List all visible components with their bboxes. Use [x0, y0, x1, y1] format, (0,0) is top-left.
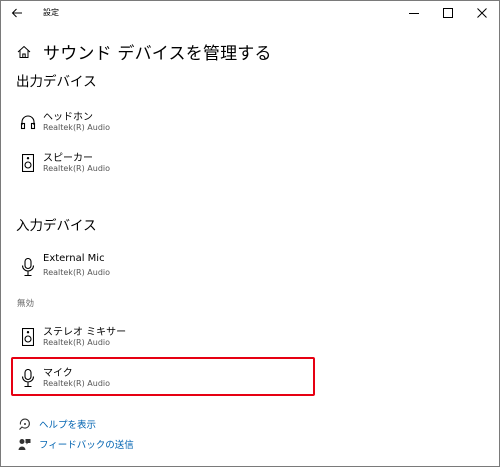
home-button[interactable]	[15, 43, 33, 61]
microphone-icon	[21, 369, 35, 387]
back-button[interactable]	[7, 3, 27, 23]
close-button[interactable]	[465, 1, 499, 25]
device-driver: Realtek(R) Audio	[43, 338, 111, 347]
home-icon	[17, 45, 31, 58]
speaker-icon	[22, 328, 34, 346]
maximize-button[interactable]	[431, 1, 465, 25]
close-icon	[477, 8, 487, 18]
disabled-devices-label: 無効	[17, 299, 35, 309]
device-driver: Realtek(R) Audio	[43, 164, 111, 173]
window-title: 設定	[43, 8, 59, 17]
minimize-icon	[409, 13, 419, 14]
input-devices-heading: 入力デバイス	[16, 218, 97, 234]
back-arrow-icon	[11, 8, 22, 18]
device-name: External Mic	[43, 253, 105, 264]
headphones-icon	[20, 115, 36, 130]
help-link[interactable]: ヘルプを表示	[17, 417, 96, 431]
output-devices-heading: 出力デバイス	[16, 74, 97, 90]
device-microphone[interactable]: マイク Realtek(R) Audio	[17, 364, 317, 398]
caption-buttons	[397, 1, 499, 25]
device-name: マイク	[43, 368, 73, 379]
device-stereo-mixer[interactable]: ステレオ ミキサー Realtek(R) Audio	[17, 323, 317, 357]
feedback-link[interactable]: フィードバックの送信	[17, 437, 134, 451]
page-header: サウンド デバイスを管理する	[15, 39, 272, 64]
microphone-icon	[21, 258, 35, 276]
help-link-label: ヘルプを表示	[39, 420, 97, 431]
feedback-icon	[18, 438, 30, 450]
device-headphones[interactable]: ヘッドホン Realtek(R) Audio	[17, 108, 317, 142]
device-driver: Realtek(R) Audio	[43, 123, 111, 132]
device-driver: Realtek(R) Audio	[43, 379, 111, 388]
device-external-mic[interactable]: External Mic Realtek(R) Audio	[17, 253, 317, 287]
device-speaker[interactable]: スピーカー Realtek(R) Audio	[17, 149, 317, 183]
page-title: サウンド デバイスを管理する	[43, 44, 272, 64]
feedback-link-label: フィードバックの送信	[39, 440, 134, 451]
maximize-icon	[443, 8, 453, 18]
device-name: ヘッドホン	[43, 112, 93, 123]
help-icon	[18, 418, 30, 430]
device-driver: Realtek(R) Audio	[43, 268, 111, 277]
title-bar: 設定	[1, 1, 499, 25]
settings-window: 設定 サウンド デバイスを管理する 出力デバイス ヘッドホン Realtek(R…	[0, 0, 500, 467]
minimize-button[interactable]	[397, 1, 431, 25]
speaker-icon	[22, 154, 34, 172]
device-name: スピーカー	[43, 153, 93, 164]
device-name: ステレオ ミキサー	[43, 327, 127, 338]
